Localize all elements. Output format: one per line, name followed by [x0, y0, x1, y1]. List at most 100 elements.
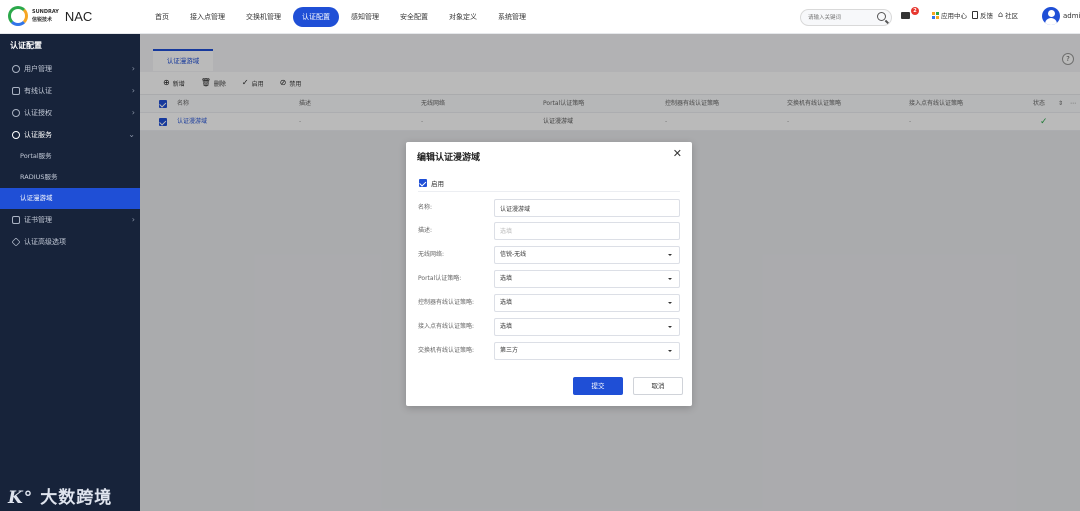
header-links: 应用中心 反馈 ⌂ 社区	[932, 10, 1023, 20]
chevron-right-icon: ›	[131, 108, 135, 117]
message-icon[interactable]	[901, 12, 910, 19]
controller-wired-policy-select-value: 选填	[500, 299, 513, 306]
enable-checkbox[interactable]	[419, 179, 427, 187]
top-bar: SUNDRAY 信锐技术 NAC 首页 接入点管理 交换机管理 认证配置 感知管…	[0, 0, 1080, 34]
sidebar-subitem-portal[interactable]: Portal服务	[0, 146, 140, 167]
watermark: K° 大数跨境	[8, 483, 112, 508]
name-field[interactable]	[494, 199, 680, 217]
username[interactable]: admi	[1063, 12, 1080, 20]
card-icon	[12, 87, 20, 95]
ap-wired-policy-select[interactable]: 选填	[494, 318, 680, 336]
portal-policy-select[interactable]: 选填	[494, 270, 680, 288]
caret-down-icon	[668, 254, 672, 256]
nav-ap-management[interactable]: 接入点管理	[181, 7, 234, 27]
sidebar-subitem-roaming-domain[interactable]: 认证漫游域	[0, 188, 140, 209]
sidebar-item-advanced-options[interactable]: 认证高级选项	[0, 231, 140, 253]
portal-policy-label: Portal认证策略:	[418, 275, 462, 282]
nav-object-definition[interactable]: 对象定义	[440, 7, 486, 27]
feedback-icon	[972, 11, 978, 19]
watermark-text: 大数跨境	[40, 488, 113, 508]
feedback-link[interactable]: 反馈	[972, 10, 993, 20]
wireless-label: 无线网络:	[418, 251, 445, 258]
switch-wired-policy-row: 交换机有线认证策略: 第三方	[418, 342, 680, 360]
sidebar-item-label: 有线认证	[24, 87, 52, 95]
close-icon[interactable]: ✕	[673, 147, 682, 160]
sidebar-subitem-radius[interactable]: RADIUS服务	[0, 167, 140, 188]
wireless-select[interactable]: 信锐-无线	[494, 246, 680, 264]
sidebar-item-label: 认证服务	[24, 131, 52, 139]
caret-down-icon	[668, 302, 672, 304]
wireless-select-value: 信锐-无线	[500, 251, 527, 258]
controller-wired-policy-label: 控制器有线认证策略:	[418, 299, 475, 306]
sidebar: 认证配置 用户管理 › 有线认证 › 认证授权 › 认证服务 ⌄ Portal服…	[0, 34, 140, 511]
chevron-right-icon: ›	[131, 86, 135, 95]
sidebar-item-label: 认证授权	[24, 109, 52, 117]
sidebar-item-auth-service[interactable]: 认证服务 ⌄	[0, 124, 140, 146]
sidebar-item-label: 证书管理	[24, 216, 52, 224]
edit-roaming-domain-dialog: 编辑认证漫游域 ✕ 启用 名称: 描述: 无线网络: 信锐-无线 Portal认…	[406, 142, 692, 406]
wireless-row: 无线网络: 信锐-无线	[418, 246, 680, 264]
sidebar-item-user-management[interactable]: 用户管理 ›	[0, 58, 140, 80]
dialog-title: 编辑认证漫游域	[417, 153, 481, 163]
logo-line-2: 信锐技术	[32, 17, 53, 23]
caret-down-icon	[668, 278, 672, 280]
user-icon	[12, 65, 20, 73]
divider	[418, 191, 680, 192]
sidebar-item-certificate[interactable]: 证书管理 ›	[0, 209, 140, 231]
nav-home[interactable]: 首页	[146, 7, 178, 27]
search-icon[interactable]	[877, 12, 886, 21]
message-badge: 2	[911, 7, 919, 15]
community-label: 社区	[1005, 12, 1019, 20]
app-center-label: 应用中心	[941, 12, 967, 20]
switch-wired-policy-select[interactable]: 第三方	[494, 342, 680, 360]
name-label: 名称:	[418, 204, 433, 211]
ap-wired-policy-label: 接入点有线认证策略:	[418, 323, 475, 330]
sidebar-item-label: 用户管理	[24, 65, 52, 73]
nav-auth-config[interactable]: 认证配置	[293, 7, 339, 27]
enable-toggle-label: 启用	[431, 180, 444, 188]
search-input[interactable]	[808, 10, 876, 25]
feedback-label: 反馈	[980, 12, 993, 20]
caret-down-icon	[668, 350, 672, 352]
brand-logo[interactable]: SUNDRAY 信锐技术 NAC	[8, 6, 92, 26]
ap-wired-policy-select-value: 选填	[500, 323, 513, 330]
nav-security-config[interactable]: 安全配置	[391, 7, 437, 27]
users-icon	[12, 131, 20, 139]
portal-policy-select-value: 选填	[500, 275, 513, 282]
nav-system-management[interactable]: 系统管理	[489, 7, 535, 27]
community-icon: ⌂	[998, 10, 1004, 19]
cancel-button[interactable]: 取消	[633, 377, 683, 395]
sidebar-item-auth-authorization[interactable]: 认证授权 ›	[0, 102, 140, 124]
submit-button[interactable]: 提交	[573, 377, 623, 395]
switch-wired-policy-label: 交换机有线认证策略:	[418, 347, 475, 354]
search-box	[800, 9, 892, 26]
logo-line-1: SUNDRAY	[32, 9, 59, 15]
community-link[interactable]: ⌂ 社区	[998, 10, 1019, 21]
app-grid-icon	[932, 11, 939, 19]
sidebar-item-label: 认证高级选项	[24, 238, 66, 246]
main-nav: 首页 接入点管理 交换机管理 认证配置 感知管理 安全配置 对象定义 系统管理	[146, 7, 538, 27]
diamond-icon	[11, 237, 21, 247]
nav-perception-management[interactable]: 感知管理	[342, 7, 388, 27]
description-field[interactable]	[494, 222, 680, 240]
chevron-right-icon: ›	[131, 215, 135, 224]
portal-policy-row: Portal认证策略: 选填	[418, 270, 680, 288]
user-key-icon	[12, 109, 20, 117]
enable-toggle[interactable]: 启用	[419, 178, 444, 188]
caret-down-icon	[668, 326, 672, 328]
product-name: NAC	[64, 8, 93, 24]
ap-wired-policy-row: 接入点有线认证策略: 选填	[418, 318, 680, 336]
switch-wired-policy-select-value: 第三方	[500, 347, 519, 354]
nav-switch-management[interactable]: 交换机管理	[237, 7, 290, 27]
avatar[interactable]	[1042, 7, 1060, 25]
controller-wired-policy-select[interactable]: 选填	[494, 294, 680, 312]
chevron-down-icon: ⌄	[128, 130, 135, 139]
chevron-right-icon: ›	[131, 64, 135, 73]
watermark-logo-icon: K°	[8, 488, 34, 508]
sundray-logo-icon	[8, 6, 28, 26]
app-center-link[interactable]: 应用中心	[932, 10, 967, 20]
sidebar-item-wired-auth[interactable]: 有线认证 ›	[0, 80, 140, 102]
certificate-icon	[12, 216, 20, 224]
name-row: 名称:	[418, 199, 680, 217]
sidebar-title: 认证配置	[10, 41, 42, 50]
